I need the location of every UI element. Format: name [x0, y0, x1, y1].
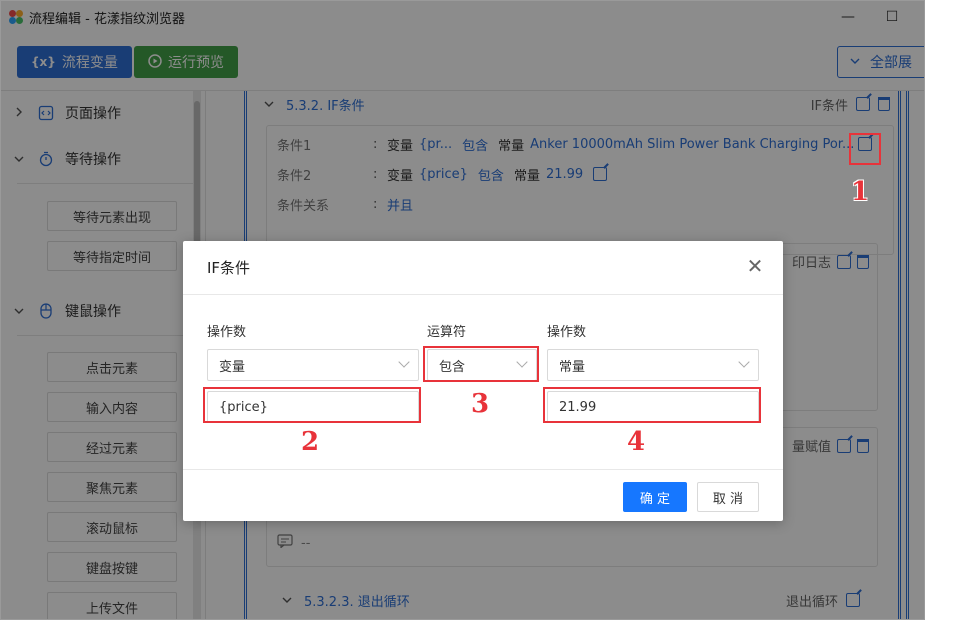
annotation-number-3: 3 — [471, 389, 490, 419]
annotation-number-1: 1 — [851, 177, 870, 207]
confirm-button[interactable]: 确 定 — [623, 482, 687, 512]
right-operand-type-select[interactable]: 常量 — [547, 349, 759, 381]
annotation-number-2: 2 — [301, 427, 320, 457]
dialog-title: IF条件 — [207, 259, 251, 277]
left-operand-type-select[interactable]: 变量 — [207, 349, 419, 381]
cancel-button[interactable]: 取 消 — [697, 482, 759, 512]
left-operand-label: 操作数 — [207, 325, 247, 340]
chevron-down-icon — [398, 356, 410, 368]
right-operand-label: 操作数 — [547, 325, 587, 340]
select-value: 变量 — [219, 359, 246, 375]
app-window: 流程编辑 - 花漾指纹浏览器 — ☐ {x} 流程变量 运行预览 全部展 页面操… — [0, 0, 925, 620]
torn-edge-bottom — [0, 620, 953, 640]
close-icon[interactable]: ✕ — [745, 256, 765, 276]
highlight-box-1 — [849, 133, 881, 165]
operator-label: 运算符 — [427, 325, 467, 340]
chevron-down-icon — [738, 356, 750, 368]
highlight-box-3 — [423, 346, 539, 382]
dialog-header: IF条件 ✕ — [183, 241, 783, 295]
torn-edge-right — [925, 0, 953, 640]
select-value: 常量 — [559, 359, 586, 375]
highlight-box-4 — [543, 387, 761, 423]
annotation-number-4: 4 — [627, 427, 646, 457]
dialog-footer: 确 定 取 消 — [183, 469, 783, 521]
highlight-box-2 — [203, 387, 421, 423]
